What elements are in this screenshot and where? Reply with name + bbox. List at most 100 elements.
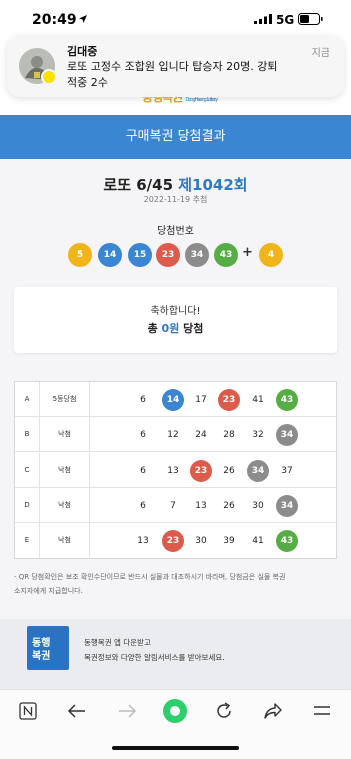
- ticket-number: 30: [252, 500, 264, 511]
- app-ad-text-line1: 동행복권 앱 다운받고: [84, 638, 151, 647]
- ticket-number: 6: [140, 430, 146, 441]
- ticket-number: 6: [140, 500, 146, 511]
- ticket-number: 37: [281, 465, 293, 476]
- screen: 20:49 5G 동행복권 DongHaeng Lottery 김대중 지금 로: [0, 0, 351, 759]
- winning-ball: 14: [98, 243, 122, 267]
- ticket-number: 26: [223, 500, 235, 511]
- ticket-number-matched: 34: [276, 424, 298, 447]
- notice-line2: 소지자에게 지급합니다.: [14, 587, 83, 595]
- home-indicator[interactable]: [112, 746, 239, 750]
- ticket-number: 28: [223, 430, 235, 441]
- app-logo-line2: 복권: [32, 651, 51, 662]
- app-logo-line1: 동행: [32, 638, 51, 649]
- cellular-signal-icon: [254, 14, 272, 24]
- result-prefix: 총: [147, 322, 158, 335]
- home-button[interactable]: [161, 697, 189, 725]
- winning-ball: 43: [214, 243, 238, 267]
- ticket-number-matched: 34: [276, 494, 298, 517]
- ticket-result: 낙첨: [40, 417, 90, 453]
- game-name: 로또 6/45: [103, 176, 174, 194]
- battery-icon: [298, 13, 323, 25]
- menu-icon: [314, 706, 330, 715]
- winning-ball: 34: [185, 243, 209, 267]
- ticket-number-matched: 43: [276, 389, 298, 411]
- notification-message-line2: 적중 2수: [67, 76, 108, 89]
- back-button[interactable]: [63, 697, 91, 725]
- home-green-icon: [163, 699, 187, 723]
- ticket-result: 5등당첨: [40, 382, 90, 417]
- notification-message-line1: 로또 고정수 조합원 입니다 탑승자 20명. 강퇴: [67, 60, 278, 73]
- notification-time: 지금: [311, 48, 330, 59]
- ticket-number: 13: [137, 536, 149, 547]
- draw-date: 2022-11-19 추첨: [143, 195, 208, 204]
- reload-button[interactable]: [210, 697, 238, 725]
- app-ad-text-line2: 복권정보와 다양한 알림서비스를 받아보세요.: [84, 653, 225, 662]
- qr-notice: - QR 당첨확인은 보조 확인수단이므로 반드시 실물과 대조하시기 바라며,…: [14, 570, 340, 598]
- ticket-number: 6: [140, 465, 146, 476]
- result-total: 총 0원 당첨: [14, 320, 337, 336]
- ticket-number: 26: [223, 465, 235, 476]
- notification-sender: 김대중: [67, 45, 98, 58]
- result-suffix: 당첨: [183, 322, 204, 335]
- result-card: 축하합니다! 총 0원 당첨: [14, 287, 337, 353]
- ticket-row: D 낙첨 6 7 13 26 30 34: [15, 487, 336, 523]
- ticket-number: 13: [167, 465, 179, 476]
- ticket-game-letter: E: [15, 523, 40, 559]
- ticket-number: 12: [167, 430, 179, 441]
- ticket-number-matched: 14: [162, 389, 184, 411]
- n-menu-icon: [19, 702, 37, 720]
- winning-numbers-label: 당첨번호: [157, 226, 194, 237]
- ticket-game-letter: A: [15, 382, 40, 417]
- location-arrow-icon: [79, 15, 87, 23]
- winning-ball: 23: [156, 243, 180, 267]
- ticket-number: 41: [252, 536, 264, 547]
- ticket-number-matched: 23: [190, 459, 212, 482]
- ticket-row: C 낙첨 6 13 23 26 34 37: [15, 452, 336, 488]
- result-amount: 0원: [161, 322, 180, 335]
- winning-ball: 15: [128, 243, 152, 267]
- ticket-number-matched: 34: [247, 459, 269, 482]
- forward-button[interactable]: [113, 697, 141, 725]
- ticket-number: 7: [170, 500, 176, 511]
- ticket-number: 32: [252, 430, 264, 441]
- app-logo[interactable]: 동행 복권: [27, 626, 69, 670]
- menu-button[interactable]: [308, 697, 336, 725]
- notice-line1: - QR 당첨확인은 보조 확인수단이므로 반드시 실물과 대조하시기 바라며,…: [14, 573, 286, 581]
- forward-arrow-icon: [119, 704, 137, 718]
- back-arrow-icon: [67, 704, 85, 718]
- ticket-number: 30: [195, 536, 207, 547]
- ticket-row: A 5등당첨 6 14 17 23 41 43: [15, 382, 336, 417]
- share-button[interactable]: [259, 697, 287, 725]
- page-title: 구매복권 당첨결과: [125, 129, 226, 144]
- winning-ball: 5: [68, 243, 92, 267]
- bonus-ball: 4: [259, 243, 283, 267]
- ticket-game-letter: C: [15, 452, 40, 488]
- ticket-number: 13: [195, 500, 207, 511]
- ticket-number: 24: [195, 430, 207, 441]
- kakaotalk-badge-icon: [41, 69, 57, 85]
- ticket-table: A 5등당첨 6 14 17 23 41 43 B 낙첨 6 12 24 28 32 34 C 낙첨 6 13 23 26…: [14, 381, 337, 559]
- draw-heading: 로또 6/45 제1042회: [0, 174, 351, 195]
- ticket-row: E 낙첨 13 23 30 39 41 43: [15, 523, 336, 559]
- ticket-number: 17: [195, 395, 207, 405]
- ticket-number: 41: [252, 395, 264, 405]
- draw-round: 제1042회: [178, 176, 248, 194]
- ticket-game-letter: B: [15, 417, 40, 453]
- status-bar: 20:49 5G: [0, 0, 351, 40]
- ticket-result: 낙첨: [40, 487, 90, 523]
- network-type: 5G: [276, 13, 295, 27]
- plus-sign: +: [242, 245, 253, 260]
- ticket-number: 6: [140, 395, 146, 405]
- message-notification[interactable]: 김대중 지금 로또 고정수 조합원 입니다 탑승자 20명. 강퇴 적중 2수: [7, 35, 344, 97]
- ticket-game-letter: D: [15, 487, 40, 523]
- ticket-result: 낙첨: [40, 523, 90, 559]
- ticket-result: 낙첨: [40, 452, 90, 488]
- naver-menu-button[interactable]: [14, 697, 42, 725]
- ticket-number-matched: 23: [218, 389, 240, 411]
- ticket-number-matched: 43: [276, 530, 298, 553]
- reload-icon: [217, 702, 231, 718]
- title-bar: 구매복권 당첨결과: [0, 115, 351, 159]
- site-logo-subtext: DongHaeng Lottery: [185, 97, 218, 103]
- status-time: 20:49: [32, 12, 77, 28]
- ticket-row: B 낙첨 6 12 24 28 32 34: [15, 417, 336, 453]
